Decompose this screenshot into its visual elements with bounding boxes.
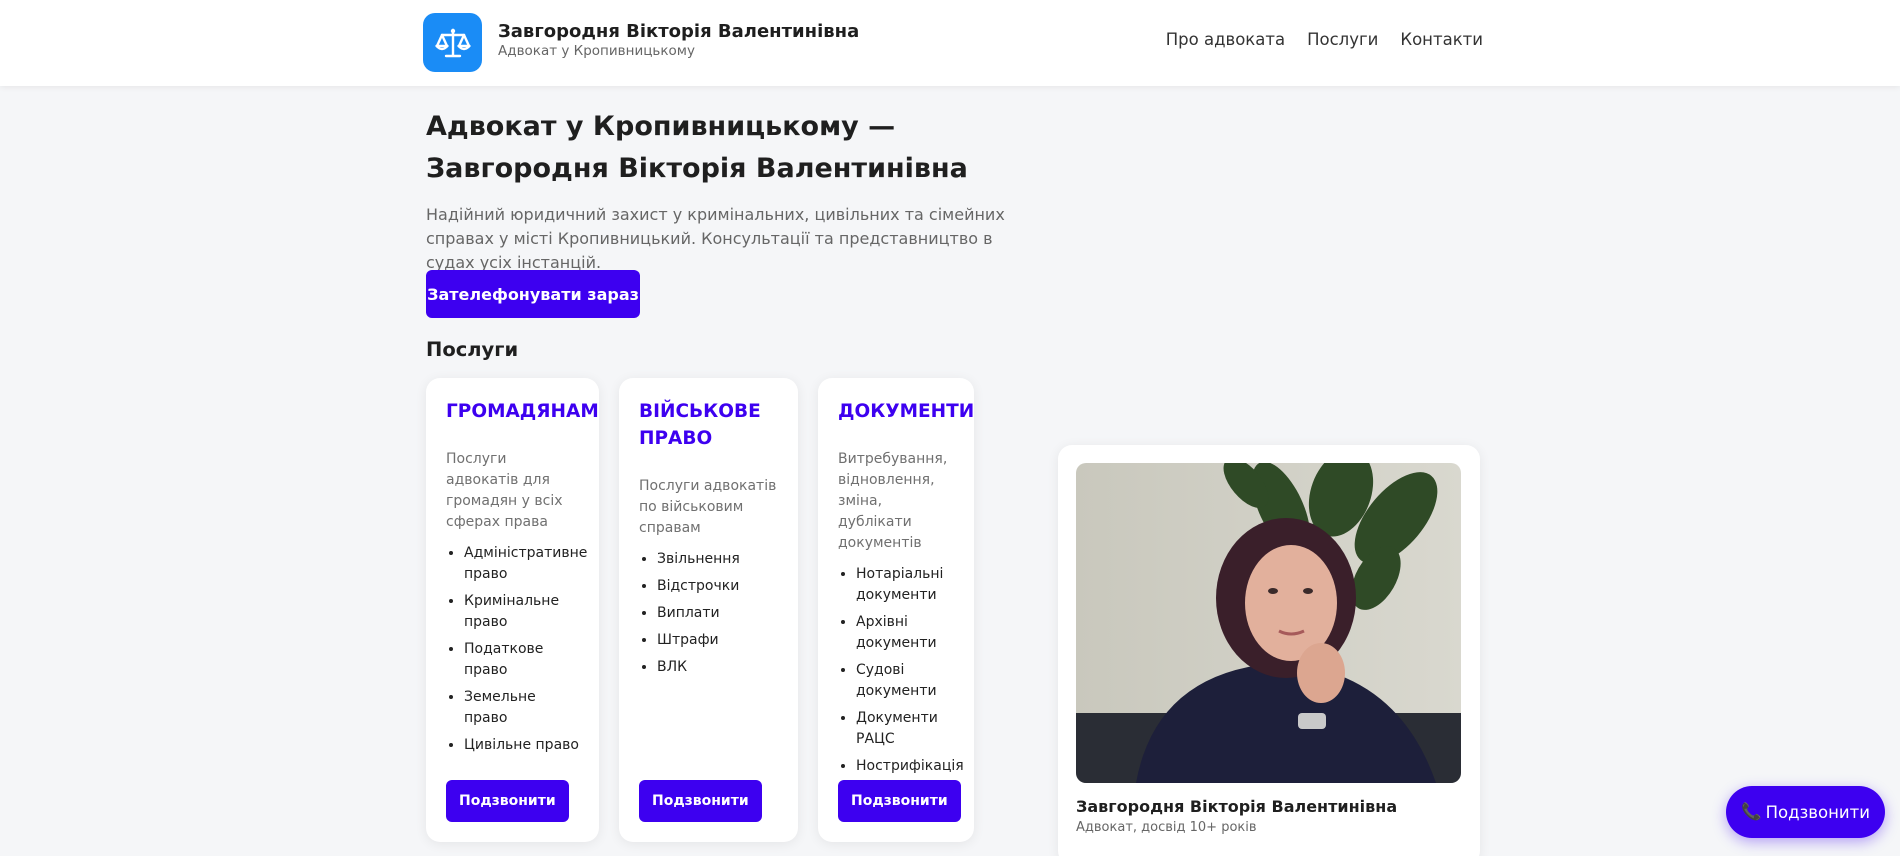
scales-icon (434, 28, 471, 57)
list-item: Виплати (657, 603, 778, 624)
card-title: ГРОМАДЯНАМ (446, 401, 599, 422)
service-card-citizens: ГРОМАДЯНАМ Послуги адвокатів для громадя… (426, 378, 599, 842)
list-item: Нострифікація (856, 756, 964, 777)
brand-title: Завгородня Вікторія Валентинівна (498, 21, 860, 42)
service-card-military: ВІЙСЬКОВЕ ПРАВО Послуги адвокатів по вій… (619, 378, 798, 842)
brand-subtitle: Адвокат у Кропивницькому (498, 43, 695, 59)
list-item: Нотаріальні документи (856, 564, 954, 606)
service-card-documents: ДОКУМЕНТИ Витребування, відновлення, змі… (818, 378, 974, 842)
profile-card: Завгородня Вікторія Валентинівна Адвокат… (1058, 445, 1480, 856)
nav-link-contacts[interactable]: Контакти (1400, 30, 1483, 49)
main-nav: Про адвоката Послуги Контакти (1166, 30, 1483, 49)
list-item: Штрафи (657, 630, 778, 651)
hero-description: Надійний юридичний захист у кримінальних… (426, 205, 1005, 272)
card-title: ВІЙСЬКОВЕ ПРАВО (639, 401, 761, 449)
list-item: Земельне право (464, 687, 579, 729)
card-list: Нотаріальні документи Архівні документи … (838, 564, 964, 777)
list-item: Цивільне право (464, 735, 579, 756)
nav-link-about[interactable]: Про адвоката (1166, 30, 1285, 49)
list-item: Податкове право (464, 639, 579, 681)
list-item: Судові документи (856, 660, 954, 702)
card-description: Послуги адвокатів по військовим справам (639, 478, 777, 536)
logo[interactable] (423, 13, 482, 72)
floating-call-button[interactable]: 📞 Подзвонити (1726, 786, 1885, 838)
list-item: ВЛК (657, 657, 778, 678)
profile-role: Адвокат, досвід 10+ років (1076, 820, 1257, 835)
call-button[interactable]: Подзвонити (446, 780, 569, 822)
floating-call-label: Подзвонити (1765, 802, 1870, 822)
call-now-button[interactable]: Зателефонувати зараз (426, 270, 640, 318)
call-button[interactable]: Подзвонити (838, 780, 961, 822)
list-item: Документи РАЦС (856, 708, 954, 750)
profile-name: Завгородня Вікторія Валентинівна (1076, 797, 1398, 816)
card-list: Адміністративне право Кримінальне право … (446, 543, 587, 756)
list-item: Звільнення (657, 549, 778, 570)
list-item: Адміністративне право (464, 543, 587, 585)
list-item: Відстрочки (657, 576, 778, 597)
phone-icon: 📞 (1741, 802, 1762, 821)
call-button[interactable]: Подзвонити (639, 780, 762, 822)
services-heading: Послуги (426, 338, 519, 361)
nav-link-services[interactable]: Послуги (1307, 30, 1378, 49)
card-title: ДОКУМЕНТИ (838, 401, 975, 422)
lawyer-photo (1076, 463, 1461, 783)
card-description: Послуги адвокатів для громадян у всіх сф… (446, 451, 563, 530)
list-item: Архівні документи (856, 612, 954, 654)
list-item: Кримінальне право (464, 591, 579, 633)
card-list: Звільнення Відстрочки Виплати Штрафи ВЛК (639, 549, 778, 678)
page-title: Адвокат у Кропивницькому — Завгородня Ві… (426, 111, 968, 184)
site-header: Завгородня Вікторія Валентинівна Адвокат… (0, 0, 1900, 86)
card-description: Витребування, відновлення, зміна, дублік… (838, 451, 948, 551)
